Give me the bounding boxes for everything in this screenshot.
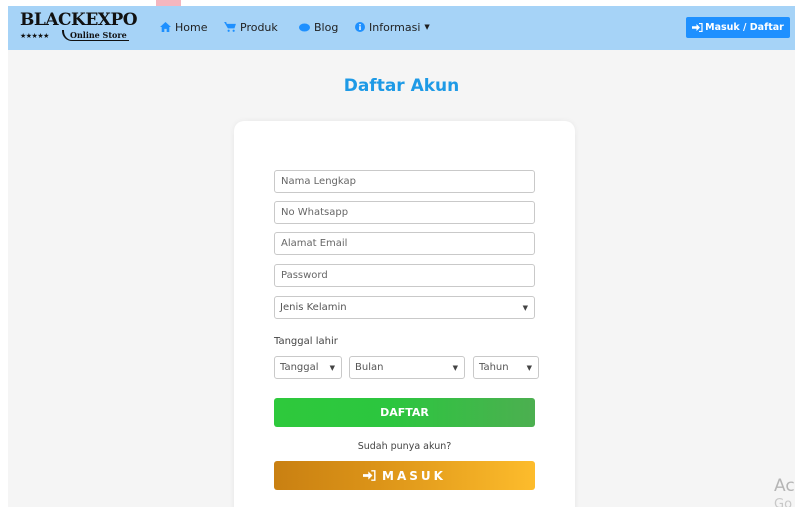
- activation-watermark: Ac: [774, 476, 795, 496]
- logo-stars: ★★★★★: [20, 32, 49, 40]
- login-button-label: MASUK: [382, 468, 446, 483]
- register-form-card: Jenis Kelamin ▼ Tanggal lahir Tanggal ▼ …: [234, 121, 575, 507]
- chevron-down-icon: ▼: [452, 364, 458, 372]
- gender-select[interactable]: Jenis Kelamin ▼: [274, 296, 535, 319]
- activation-watermark-line2: Go: [774, 497, 793, 507]
- nav-blog[interactable]: Blog: [299, 19, 338, 35]
- month-select-value: Bulan: [355, 362, 384, 373]
- day-select[interactable]: Tanggal ▼: [274, 356, 342, 379]
- navbar: BLACKEXPO ★★★★★ Online Store Home Produk…: [8, 6, 795, 50]
- gender-select-value: Jenis Kelamin: [280, 302, 347, 313]
- already-have-account-text: Sudah punya akun?: [357, 441, 452, 452]
- day-select-value: Tanggal: [280, 362, 319, 373]
- nav-home[interactable]: Home: [160, 19, 207, 35]
- page-title: Daftar Akun: [343, 76, 460, 96]
- name-field[interactable]: [274, 170, 535, 193]
- nav-informasi[interactable]: Informasi ▼: [355, 19, 430, 35]
- nav-home-label: Home: [175, 20, 208, 34]
- sign-in-icon: [692, 23, 703, 32]
- year-select[interactable]: Tahun ▼: [473, 356, 539, 379]
- login-register-label: Masuk / Daftar: [705, 22, 784, 33]
- chevron-down-icon: ▼: [424, 23, 430, 31]
- register-button[interactable]: DAFTAR: [274, 398, 535, 427]
- login-register-button[interactable]: Masuk / Daftar: [686, 17, 790, 38]
- nav-produk-label: Produk: [240, 20, 278, 34]
- blog-icon: [299, 23, 310, 32]
- logo-subtitle: Online Store: [62, 30, 129, 41]
- nav-produk[interactable]: Produk: [224, 19, 278, 35]
- sign-in-icon: [363, 470, 376, 481]
- logo-title: BLACKEXPO: [20, 10, 138, 30]
- year-select-value: Tahun: [479, 362, 509, 373]
- chevron-down-icon: ▼: [526, 364, 532, 372]
- nav-informasi-label: Informasi: [369, 20, 421, 34]
- brand-logo[interactable]: BLACKEXPO ★★★★★ Online Store: [20, 10, 140, 46]
- home-icon: [160, 22, 171, 32]
- page-frame: BLACKEXPO ★★★★★ Online Store Home Produk…: [8, 0, 795, 507]
- month-select[interactable]: Bulan ▼: [349, 356, 465, 379]
- chevron-down-icon: ▼: [522, 304, 528, 312]
- email-field[interactable]: [274, 232, 535, 255]
- password-field[interactable]: [274, 264, 535, 287]
- cart-icon: [224, 22, 236, 32]
- chevron-down-icon: ▼: [329, 364, 335, 372]
- dob-label: Tanggal lahir: [274, 336, 338, 347]
- info-icon: [355, 22, 365, 32]
- whatsapp-field[interactable]: [274, 201, 535, 224]
- login-button[interactable]: MASUK: [274, 461, 535, 490]
- nav-blog-label: Blog: [314, 20, 339, 34]
